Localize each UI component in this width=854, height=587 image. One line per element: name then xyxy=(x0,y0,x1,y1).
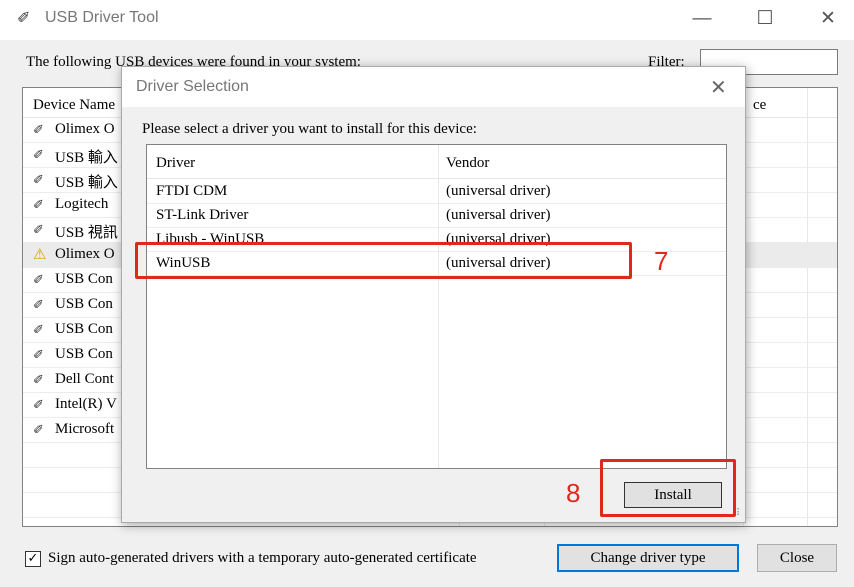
annotation-box-step7 xyxy=(135,242,632,279)
usb-plug-icon: ✐ xyxy=(33,322,44,337)
driver-list-header: Driver Vendor xyxy=(147,145,726,179)
dialog-title-bar: Driver Selection ✕ xyxy=(122,67,745,107)
sign-drivers-label: Sign auto-generated drivers with a tempo… xyxy=(48,550,477,566)
device-name: USB 輸入 xyxy=(55,150,118,166)
close-button[interactable]: Close xyxy=(757,544,837,572)
usb-plug-icon: ✐ xyxy=(33,347,44,362)
usb-plug-icon: ✐ xyxy=(33,122,44,137)
column-header-vendor[interactable]: Vendor xyxy=(446,155,489,172)
device-name: USB Con xyxy=(55,271,113,287)
warning-icon: ⚠ xyxy=(33,247,47,263)
usb-plug-icon: ✐ xyxy=(33,372,44,387)
usb-plug-icon: ✐ xyxy=(33,397,44,412)
usb-plug-icon: ✐ xyxy=(33,222,44,237)
device-name: Olimex O xyxy=(55,246,115,262)
dialog-close-button[interactable]: ✕ xyxy=(710,75,727,100)
change-driver-type-button[interactable]: Change driver type xyxy=(557,544,739,572)
usb-plug-icon: ✐ xyxy=(33,172,44,187)
device-name: Intel(R) V xyxy=(55,396,117,412)
window-title: USB Driver Tool xyxy=(45,9,159,26)
driver-row[interactable]: FTDI CDM (universal driver) xyxy=(147,180,726,204)
driver-vendor: (universal driver) xyxy=(446,207,551,223)
device-name: Microsoft xyxy=(55,421,115,437)
usb-plug-icon: ✐ xyxy=(33,272,44,287)
title-bar: ✐ USB Driver Tool — ☐ ✕ xyxy=(0,0,854,40)
driver-list[interactable]: Driver Vendor FTDI CDM (universal driver)… xyxy=(146,144,727,469)
driver-name: FTDI CDM xyxy=(156,183,228,199)
device-name: USB Con xyxy=(55,321,113,337)
annotation-number-7: 7 xyxy=(654,246,669,276)
annotation-number-8: 8 xyxy=(566,478,581,508)
minimize-button[interactable]: — xyxy=(684,4,720,34)
usb-plug-icon: ✐ xyxy=(33,297,44,312)
column-divider xyxy=(726,145,727,468)
column-header-driver[interactable]: Driver xyxy=(156,155,195,172)
column-header-right[interactable]: ce xyxy=(753,97,766,114)
device-name: USB Con xyxy=(55,346,113,362)
driver-row[interactable]: ST-Link Driver (universal driver) xyxy=(147,204,726,228)
column-header-device-name[interactable]: Device Name xyxy=(33,97,115,114)
dialog-title: Driver Selection xyxy=(136,78,249,95)
device-name: Dell Cont xyxy=(55,371,114,387)
device-name: USB Con xyxy=(55,296,113,312)
usb-plug-icon: ✐ xyxy=(33,422,44,437)
close-window-button[interactable]: ✕ xyxy=(810,4,846,34)
usb-plug-icon: ✐ xyxy=(33,197,44,212)
driver-vendor: (universal driver) xyxy=(446,183,551,199)
driver-selection-dialog: Driver Selection ✕ Please select a drive… xyxy=(121,66,746,523)
device-name: USB 輸入 xyxy=(55,175,118,191)
annotation-box-step8 xyxy=(600,459,736,517)
driver-name: ST-Link Driver xyxy=(156,207,249,223)
dialog-prompt: Please select a driver you want to insta… xyxy=(142,121,477,137)
device-name: Olimex O xyxy=(55,121,115,137)
sign-drivers-checkbox[interactable]: ✓ xyxy=(25,551,41,567)
usb-plug-icon: ✐ xyxy=(33,147,44,162)
maximize-button[interactable]: ☐ xyxy=(747,4,783,34)
usb-plug-icon: ✐ xyxy=(17,10,31,27)
device-name: Logitech xyxy=(55,196,109,212)
device-name: USB 視訊 xyxy=(55,225,118,241)
